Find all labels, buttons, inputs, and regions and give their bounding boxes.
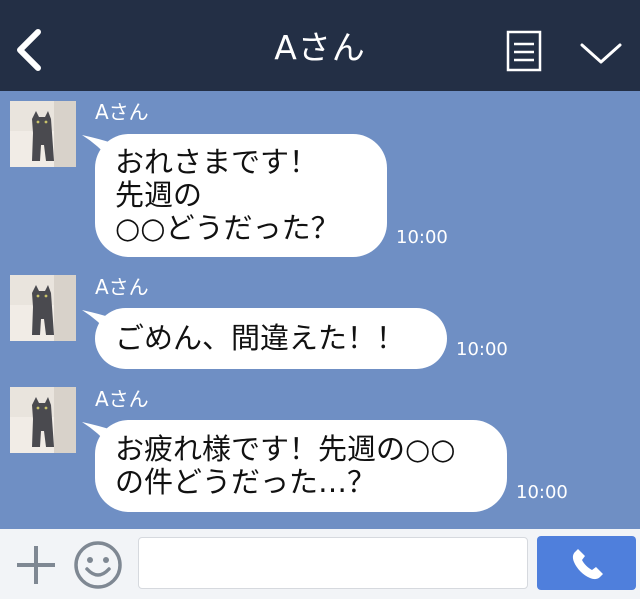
cat-avatar-icon	[10, 275, 76, 341]
chevron-down-icon	[580, 43, 622, 64]
smile-icon	[74, 541, 122, 589]
sender-name: Aさん	[95, 387, 149, 411]
menu-button[interactable]	[504, 30, 544, 74]
sender-name: Aさん	[95, 100, 149, 124]
message-bubble[interactable]: おれさまです！ 先週の ○○どうだった？	[95, 134, 387, 257]
expand-button[interactable]	[578, 36, 624, 70]
message-bubble[interactable]: お疲れ様です！先週の○○ の件どうだった…？	[95, 420, 507, 512]
avatar[interactable]	[10, 101, 76, 167]
avatar[interactable]	[10, 275, 76, 341]
phone-icon	[572, 549, 603, 580]
header-bar: Aさん	[0, 0, 640, 91]
message-time: 10:00	[396, 227, 448, 248]
message-time: 10:00	[456, 339, 508, 360]
cat-avatar-icon	[10, 387, 76, 453]
call-button[interactable]	[537, 536, 636, 590]
message-list[interactable]: Aさん おれさまです！ 先週の ○○どうだった？ 10:00 Aさん ごめん、間…	[0, 91, 640, 529]
add-button[interactable]	[14, 543, 58, 587]
cat-avatar-icon	[10, 101, 76, 167]
chat-screen: Aさん Aさん おれさまです！ 先週の ○○どうだった？ 10:00 Aさん ご…	[0, 0, 640, 599]
chat-title: Aさん	[274, 28, 366, 67]
message-time: 10:00	[516, 482, 568, 503]
list-icon	[506, 30, 542, 72]
input-bar	[0, 529, 640, 599]
plus-icon	[17, 546, 55, 584]
message-input[interactable]	[138, 537, 528, 589]
emoji-button[interactable]	[73, 540, 123, 590]
avatar[interactable]	[10, 387, 76, 453]
message-bubble[interactable]: ごめん、間違えた！！	[95, 308, 447, 369]
sender-name: Aさん	[95, 275, 149, 299]
